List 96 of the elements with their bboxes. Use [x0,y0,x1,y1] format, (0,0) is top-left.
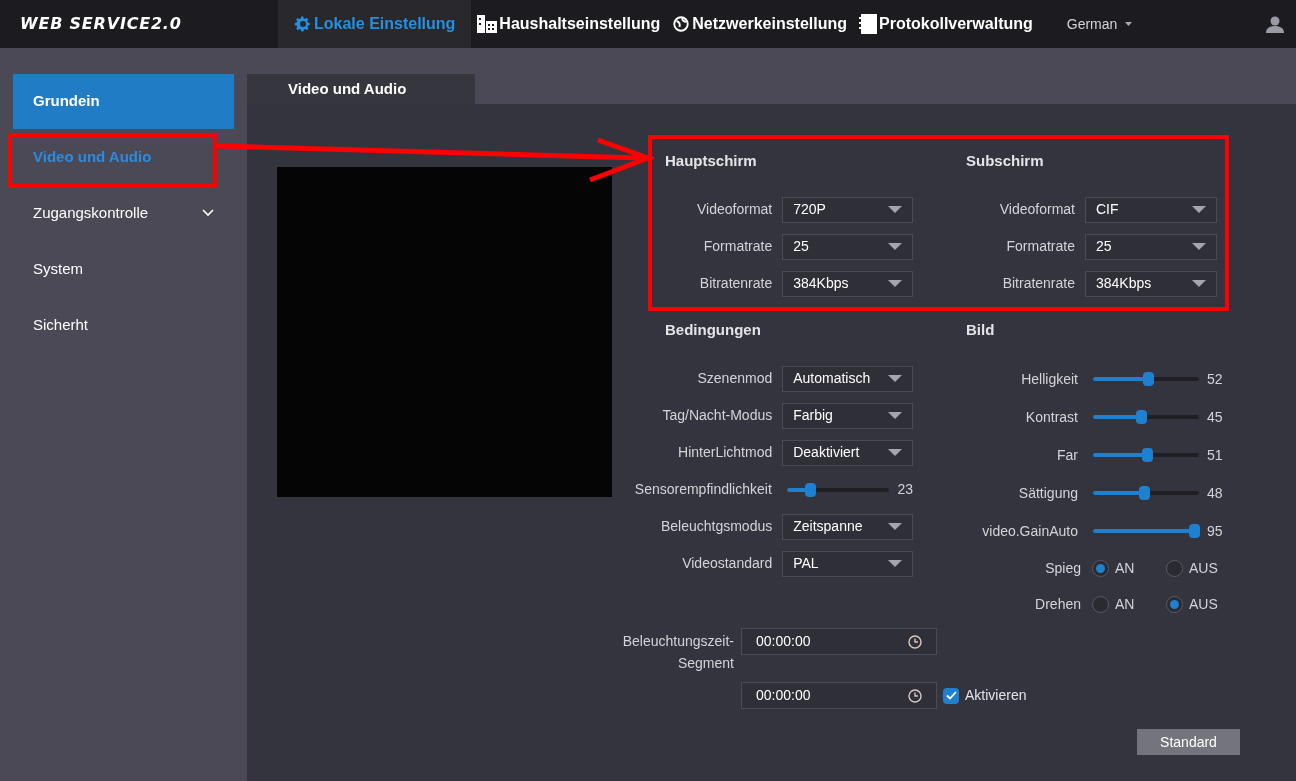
tab[interactable]: Video und Audio [247,74,475,104]
field-label: Videoformat [696,200,773,219]
gear-icon [294,15,312,33]
dropdown[interactable]: 25 [1085,233,1217,260]
document-icon [859,14,877,34]
dropdown[interactable]: Zeitspanne [782,513,913,540]
sidebar-item[interactable]: Sicherht [13,297,234,353]
logo: WEB SERVICE2.0 [20,13,183,35]
radio-label: AUS [1189,594,1218,614]
dropdown[interactable]: CIF [1085,196,1217,223]
caret-icon [888,412,902,419]
slider-value: 52 [1207,369,1223,389]
field-label: Bitratenrate [698,274,773,293]
caret-icon [888,449,902,456]
clock-icon [908,634,922,649]
caret-icon [888,280,902,287]
field-label: Bitratenrate [1001,274,1075,293]
nav-tab[interactable]: Haushaltseinstellung [471,0,667,48]
caret-icon [888,560,902,567]
field-label: Szenenmod [696,369,773,388]
field-label: Formatrate [1005,237,1075,256]
slider[interactable] [1093,524,1199,538]
slider-value: 51 [1207,445,1223,465]
radio-button[interactable] [1092,595,1109,613]
clock-icon [908,688,922,703]
caret-icon [888,375,902,382]
slider-handle[interactable] [805,482,817,497]
caret-icon [1125,22,1133,26]
time-field[interactable]: 00:00:00 [741,628,937,655]
dropdown[interactable]: Farbig [782,402,913,429]
slider[interactable] [1093,486,1199,500]
slider-value: 48 [1207,483,1223,503]
field-label: Tag/Nacht-Modus [661,406,773,425]
field-label: Far [1056,445,1078,465]
dropdown[interactable]: 25 [782,233,913,260]
nav-tab[interactable]: Lokale Einstellung [278,0,472,48]
slider-handle[interactable] [1135,410,1147,424]
section-heading: Subschirm [966,150,1044,171]
field-label: Sensorempfindlichkeit [633,480,772,499]
caret-icon [888,243,902,250]
field-label: Beleuchtungszeit-Segment [621,632,734,673]
field-label: Spieg [1044,558,1081,578]
slider-value: 23 [897,480,913,499]
radio-button[interactable] [1166,559,1183,577]
field-label: Drehen [1034,594,1081,614]
field-label: Helligkeit [1020,369,1078,389]
radio-label: AN [1115,558,1135,578]
field-label: Beleuchtgsmodus [659,517,773,536]
caret-icon [1192,206,1206,213]
dropdown[interactable]: 384Kbps [1085,270,1217,297]
caret-icon [1192,243,1206,250]
field-label: Videoformat [998,200,1075,219]
sidebar-item[interactable]: System [13,241,234,297]
language-dropdown[interactable]: German [1066,13,1133,35]
sidebar-item[interactable]: Zugangskontrolle [13,185,234,241]
dropdown[interactable]: Automatisch [782,365,913,392]
slider[interactable] [786,482,890,497]
radio-label: AUS [1189,558,1218,578]
section-heading: Bedingungen [665,319,761,340]
slider[interactable] [1093,410,1199,424]
field-label: Formatrate [702,237,773,256]
slider[interactable] [1093,372,1199,386]
field-label: Kontrast [1024,407,1078,427]
user-icon[interactable] [1266,15,1284,33]
slider-handle[interactable] [1142,448,1154,462]
radio-button[interactable] [1166,595,1183,613]
sidebar-item[interactable]: Grundein [13,74,234,129]
slider-handle[interactable] [1188,524,1200,538]
dropdown[interactable]: 720P [782,196,913,223]
caret-icon [888,206,902,213]
field-label: Videostandard [681,554,773,573]
dropdown[interactable]: PAL [782,550,913,577]
slider-handle[interactable] [1138,486,1150,500]
slider-handle[interactable] [1143,372,1155,386]
dropdown[interactable]: Deaktiviert [782,439,913,466]
slider-value: 95 [1207,521,1223,541]
section-heading: Bild [966,319,995,340]
globe-icon [672,15,691,33]
caret-icon [1192,280,1206,287]
checkbox[interactable] [943,687,959,704]
field-label: Sättigung [1017,483,1078,503]
field-label: HinterLichtmod [677,443,773,462]
nav-tab[interactable]: Protokollverwaltung [853,0,1039,48]
radio-button[interactable] [1092,559,1109,577]
building-icon [477,15,498,33]
slider-value: 45 [1207,407,1223,427]
default-button[interactable]: Standard [1137,729,1240,755]
time-field[interactable]: 00:00:00 [741,682,937,709]
caret-icon [888,523,902,530]
field-label: video.GainAuto [981,521,1078,541]
nav-tab[interactable]: Netzwerkeinstellung [666,0,853,48]
slider[interactable] [1093,448,1199,462]
checkbox-label: Aktivieren [965,686,1027,705]
radio-label: AN [1115,594,1135,614]
section-heading: Hauptschirm [665,150,757,171]
dropdown[interactable]: 384Kbps [782,270,913,297]
